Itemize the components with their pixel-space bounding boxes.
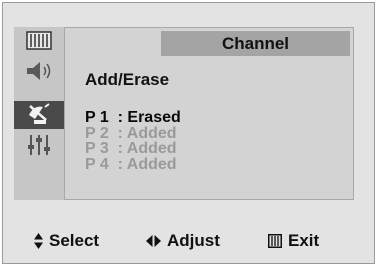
picture-icon xyxy=(26,31,52,50)
adjust-hint: Adjust xyxy=(146,227,220,255)
menu-item-picture[interactable] xyxy=(14,27,64,55)
select-label: Select xyxy=(49,231,100,250)
program-item-p1[interactable]: P 1 : Erased xyxy=(85,110,181,126)
footer-hints: Select Adjust Exit xyxy=(14,227,354,255)
select-hint: Select xyxy=(34,227,99,255)
menu-title: Channel xyxy=(161,31,350,56)
channel-antenna-icon xyxy=(29,103,50,124)
menu-item-channel[interactable] xyxy=(14,101,64,129)
menu-item-setup[interactable] xyxy=(14,131,64,159)
setup-sliders-icon xyxy=(28,135,50,155)
up-down-arrows-icon xyxy=(34,233,43,249)
program-item-p3[interactable]: P 3 : Added xyxy=(85,141,181,157)
exit-hint: Exit xyxy=(268,227,319,255)
adjust-label: Adjust xyxy=(167,231,220,250)
sound-icon xyxy=(27,62,51,80)
menu-icon xyxy=(268,234,282,248)
program-item-p2[interactable]: P 2 : Added xyxy=(85,125,181,142)
menu-icon-column xyxy=(14,27,65,200)
menu-item-sound[interactable] xyxy=(14,57,64,85)
program-item-p4[interactable]: P 4 : Added xyxy=(85,156,181,173)
left-right-arrows-icon xyxy=(146,235,161,247)
exit-label: Exit xyxy=(288,231,320,250)
program-list: P 1 : Erased P 2 : Added P 3 : Added P 4… xyxy=(85,110,181,172)
menu-heading: Add/Erase xyxy=(85,70,170,89)
